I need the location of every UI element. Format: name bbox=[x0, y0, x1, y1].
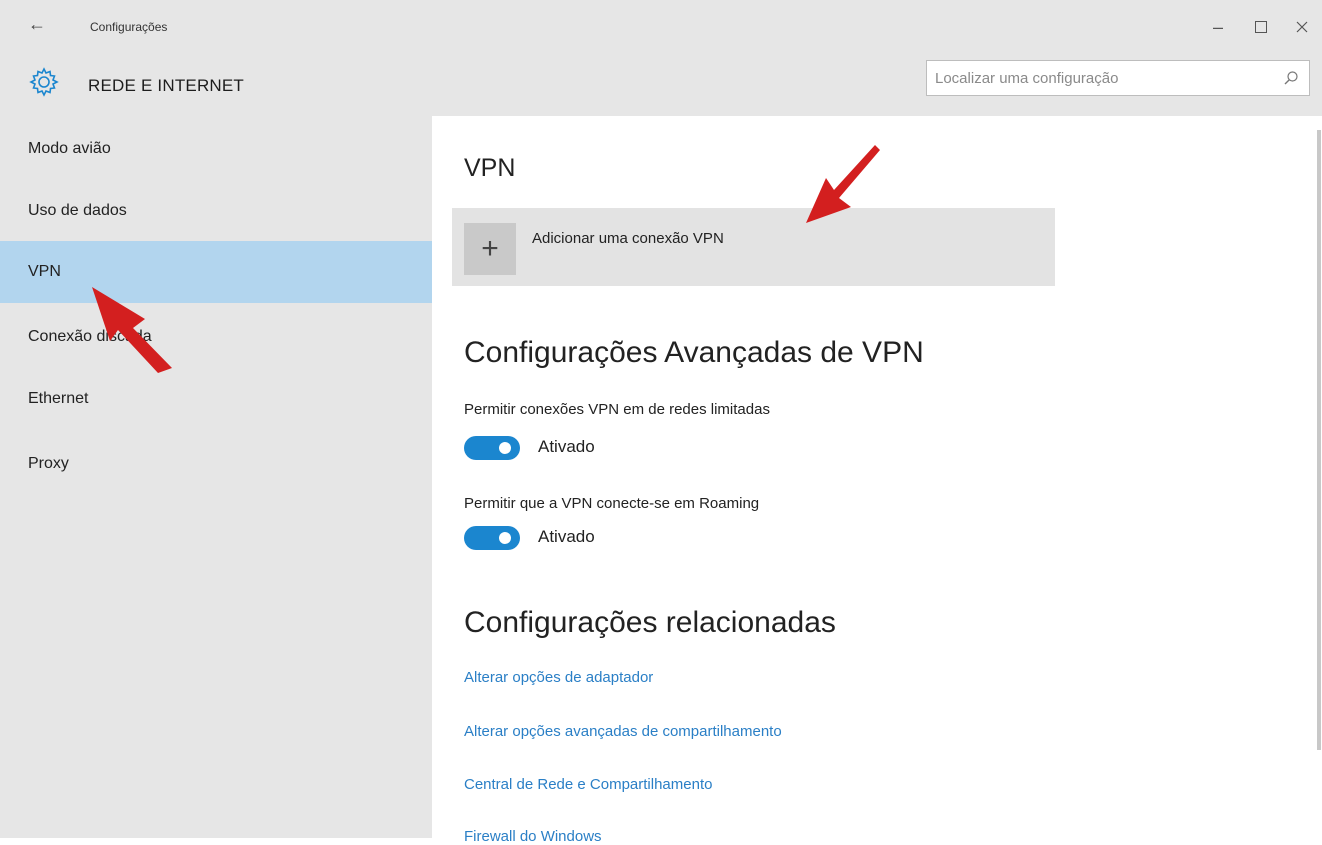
window-title: Configurações bbox=[90, 20, 168, 34]
sidebar-item-uso-de-dados[interactable]: Uso de dados bbox=[0, 180, 432, 242]
search-box[interactable] bbox=[926, 60, 1310, 96]
add-vpn-label: Adicionar uma conexão VPN bbox=[532, 230, 724, 247]
close-icon[interactable] bbox=[1282, 12, 1322, 42]
search-icon[interactable] bbox=[1283, 70, 1299, 86]
sidebar-item-ethernet[interactable]: Ethernet bbox=[0, 368, 432, 430]
toggle-knob bbox=[499, 532, 511, 544]
main-content: VPN + Adicionar uma conexão VPN Configur… bbox=[432, 116, 1322, 845]
back-arrow-icon[interactable]: ← bbox=[28, 14, 46, 35]
sidebar-item-label: Proxy bbox=[28, 455, 69, 472]
title-bar: ← Configurações – bbox=[0, 0, 1322, 60]
sidebar-item-label: VPN bbox=[28, 263, 61, 280]
sidebar-item-modo-aviao[interactable]: Modo avião bbox=[0, 118, 432, 180]
link-windows-firewall[interactable]: Firewall do Windows bbox=[464, 828, 602, 845]
minimize-icon[interactable]: – bbox=[1198, 12, 1238, 42]
sidebar: Modo avião Uso de dados VPN Conexão disc… bbox=[0, 116, 432, 838]
sidebar-item-conexao-discada[interactable]: Conexão discada bbox=[0, 306, 432, 368]
page-title: VPN bbox=[464, 154, 516, 182]
setting-label-roaming: Permitir que a VPN conecte-se em Roaming bbox=[464, 495, 760, 512]
toggle-state-label: Ativado bbox=[538, 437, 595, 456]
gear-icon bbox=[29, 67, 59, 97]
sidebar-item-label: Conexão discada bbox=[28, 328, 152, 345]
search-input[interactable] bbox=[927, 61, 1265, 95]
link-advanced-sharing[interactable]: Alterar opções avançadas de compartilham… bbox=[464, 723, 782, 740]
add-vpn-button[interactable]: + Adicionar uma conexão VPN bbox=[452, 208, 1055, 286]
toggle-roaming[interactable] bbox=[464, 526, 520, 550]
setting-label-limited-networks: Permitir conexões VPN em de redes limita… bbox=[464, 401, 770, 418]
sidebar-item-label: Uso de dados bbox=[28, 202, 127, 219]
settings-header: REDE E INTERNET bbox=[0, 60, 1322, 116]
link-adapter-options[interactable]: Alterar opções de adaptador bbox=[464, 669, 653, 686]
plus-icon: + bbox=[464, 223, 516, 275]
scrollbar[interactable] bbox=[1316, 116, 1322, 838]
sidebar-item-vpn[interactable]: VPN bbox=[0, 241, 432, 303]
sidebar-item-proxy[interactable]: Proxy bbox=[0, 433, 432, 495]
sidebar-item-label: Modo avião bbox=[28, 140, 111, 157]
toggle-limited-networks[interactable] bbox=[464, 436, 520, 460]
section-title: REDE E INTERNET bbox=[88, 76, 245, 95]
maximize-icon[interactable] bbox=[1241, 12, 1281, 42]
scroll-thumb[interactable] bbox=[1317, 130, 1321, 750]
toggle-knob bbox=[499, 442, 511, 454]
advanced-settings-heading: Configurações Avançadas de VPN bbox=[464, 336, 924, 369]
link-network-sharing-center[interactable]: Central de Rede e Compartilhamento bbox=[464, 776, 712, 793]
sidebar-item-label: Ethernet bbox=[28, 390, 89, 407]
toggle-state-label: Ativado bbox=[538, 527, 595, 546]
related-settings-heading: Configurações relacionadas bbox=[464, 606, 836, 639]
